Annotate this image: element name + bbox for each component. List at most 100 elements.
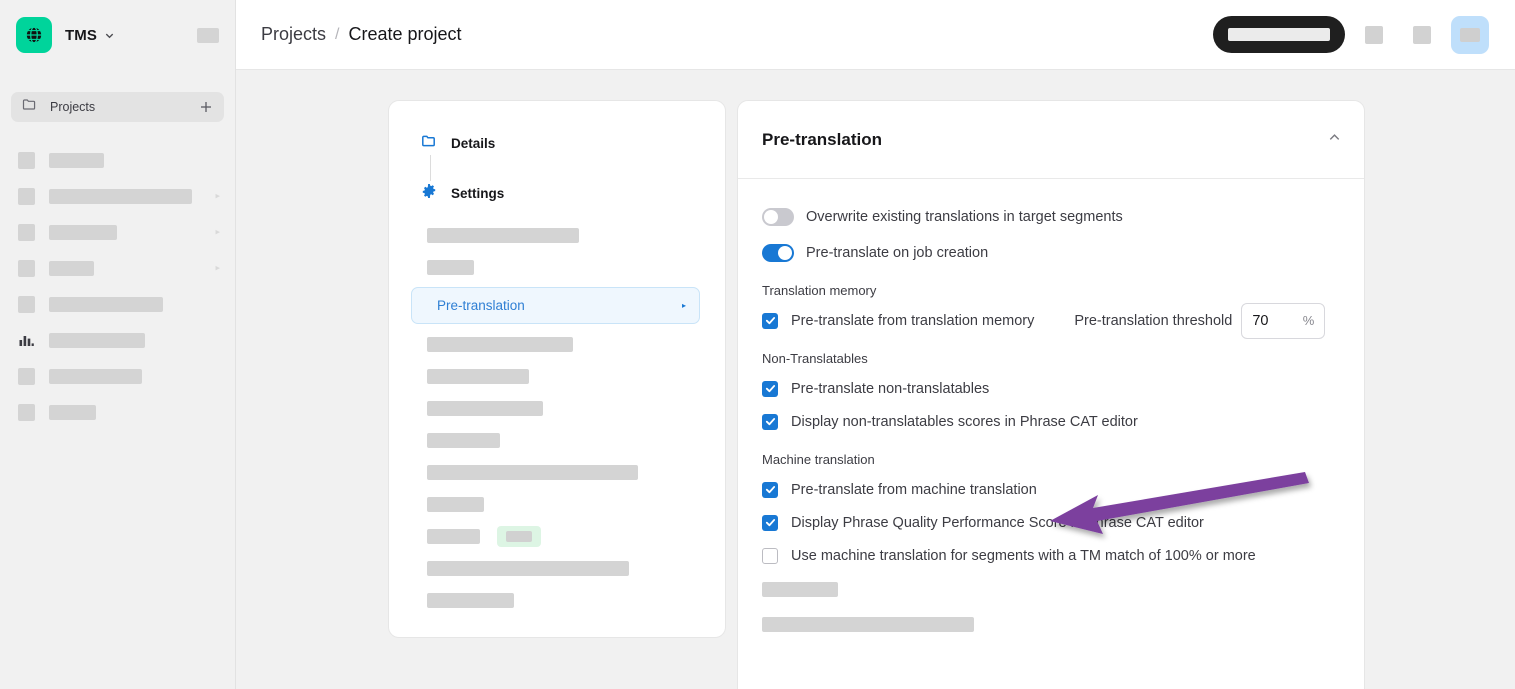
settings-sub-item[interactable] xyxy=(427,520,709,552)
plus-icon[interactable] xyxy=(199,100,213,114)
settings-sub-list: Pre-translation ▸ xyxy=(405,219,709,616)
breadcrumb-parent[interactable]: Projects xyxy=(261,24,326,45)
skeleton-bar xyxy=(427,259,474,275)
skeleton-bar xyxy=(427,432,500,448)
toggle-knob xyxy=(764,210,778,224)
threshold-value: 70 xyxy=(1252,312,1269,329)
sidebar-nav: Projects xyxy=(0,92,235,122)
chevron-down-icon[interactable] xyxy=(104,30,115,41)
sidebar-skeleton-item[interactable]: ▸ xyxy=(11,178,224,214)
toggle-switch[interactable] xyxy=(762,244,794,262)
sidebar-skeleton-item[interactable] xyxy=(11,394,224,430)
folder-icon xyxy=(421,133,437,154)
placeholder-icon xyxy=(18,259,35,277)
project-structure-card: Details Settings Pre-translation ▸ xyxy=(388,100,726,638)
placeholder-icon xyxy=(18,403,35,421)
sub-item-label: Pre-translation xyxy=(437,298,525,313)
brand-name: TMS xyxy=(65,26,97,44)
settings-sub-item[interactable] xyxy=(427,360,709,392)
sidebar-skeleton-item[interactable] xyxy=(11,142,224,178)
checkbox-row[interactable]: Pre-translate from machine translation xyxy=(762,473,1340,506)
topbar-icon-button-1[interactable] xyxy=(1355,16,1393,54)
placeholder-icon xyxy=(18,151,35,169)
sidebar-skeleton-item[interactable]: ▸ xyxy=(11,214,224,250)
content-area: Details Settings Pre-translation ▸ Pre-t… xyxy=(236,70,1515,689)
toggle-row[interactable]: Overwrite existing translations in targe… xyxy=(762,201,1340,233)
settings-sub-item[interactable] xyxy=(427,328,709,360)
skeleton-bar xyxy=(49,296,163,312)
sub-item-pre-translation[interactable]: Pre-translation ▸ xyxy=(411,287,700,324)
skeleton-bar xyxy=(427,368,529,384)
section-title: Translation memory xyxy=(762,283,877,298)
tree-item-settings[interactable]: Settings xyxy=(405,181,709,205)
avatar-placeholder xyxy=(1460,27,1480,42)
checkbox-label: Display Phrase Quality Performance Score… xyxy=(791,514,1204,531)
checkbox[interactable] xyxy=(762,312,778,329)
settings-sub-item[interactable] xyxy=(427,251,709,283)
button-label-placeholder xyxy=(1228,28,1330,41)
header-placeholder xyxy=(197,27,219,43)
toggle-row[interactable]: Pre-translate on job creation xyxy=(762,237,1340,269)
skeleton-bar xyxy=(427,227,579,243)
sidebar-skeleton-item[interactable]: ▸ xyxy=(11,250,224,286)
topbar-icon-button-2[interactable] xyxy=(1403,16,1441,54)
checkbox-row[interactable]: Display Phrase Quality Performance Score… xyxy=(762,506,1340,539)
threshold-unit: % xyxy=(1302,313,1315,328)
main-region: Projects / Create project Details Settin… xyxy=(236,0,1515,689)
toggle-switch[interactable] xyxy=(762,208,794,226)
settings-sub-item[interactable] xyxy=(427,584,709,616)
topbar-actions xyxy=(1213,15,1489,54)
panel-skeleton-row xyxy=(762,607,1340,642)
checkbox-row[interactable]: Use machine translation for segments wit… xyxy=(762,539,1340,572)
settings-sub-item[interactable] xyxy=(427,456,709,488)
skeleton-bar xyxy=(49,260,94,276)
toggle-label: Overwrite existing translations in targe… xyxy=(806,209,1123,225)
checkbox-row[interactable]: Pre-translate non-translatables xyxy=(762,372,1340,405)
settings-sub-item[interactable] xyxy=(427,552,709,584)
placeholder-icon xyxy=(18,367,35,385)
skeleton-bar xyxy=(427,496,484,512)
checkbox-row[interactable]: Display non-translatables scores in Phra… xyxy=(762,405,1340,438)
skeleton-bar xyxy=(49,368,142,384)
placeholder-icon xyxy=(1413,25,1431,44)
skeleton-bar xyxy=(49,188,192,204)
sidebar-skeleton-item[interactable] xyxy=(11,322,224,358)
section-title: Machine translation xyxy=(762,452,875,467)
chevron-right-icon[interactable]: ▸ xyxy=(215,263,220,273)
chevron-right-icon[interactable]: ▸ xyxy=(215,227,220,237)
sidebar-skeleton-item[interactable] xyxy=(11,286,224,322)
placeholder-icon xyxy=(1365,25,1383,44)
chevron-up-icon[interactable] xyxy=(1327,130,1342,150)
checkbox[interactable] xyxy=(762,413,778,430)
threshold-label: Pre-translation threshold xyxy=(1074,312,1233,329)
checkbox-row[interactable]: Pre-translate from translation memory Pre… xyxy=(762,302,1340,339)
sidebar-skeleton-item[interactable] xyxy=(11,358,224,394)
settings-sub-item[interactable] xyxy=(427,424,709,456)
brand-header[interactable]: TMS xyxy=(0,0,235,70)
skeleton-bar xyxy=(427,400,543,416)
checkbox[interactable] xyxy=(762,547,778,564)
panel-header[interactable]: Pre-translation xyxy=(738,101,1364,179)
checkbox[interactable] xyxy=(762,481,778,498)
checkbox[interactable] xyxy=(762,380,778,397)
primary-action-button[interactable] xyxy=(1213,16,1345,53)
panel-skeleton-row xyxy=(762,572,1340,607)
topbar: Projects / Create project xyxy=(236,0,1515,70)
badge-label-placeholder xyxy=(506,530,532,542)
avatar[interactable] xyxy=(1451,15,1489,54)
settings-sub-item[interactable] xyxy=(427,488,709,520)
settings-sub-item[interactable] xyxy=(427,392,709,424)
checkbox-label: Pre-translate from machine translation xyxy=(791,481,1037,498)
chevron-right-icon[interactable]: ▸ xyxy=(215,191,220,201)
checkbox[interactable] xyxy=(762,514,778,531)
settings-sub-item[interactable] xyxy=(427,219,709,251)
threshold-input[interactable]: 70% xyxy=(1241,302,1326,339)
tree-item-details[interactable]: Details xyxy=(405,131,709,155)
skeleton-bar xyxy=(427,528,480,544)
checkbox-label: Use machine translation for segments wit… xyxy=(791,547,1256,564)
sidebar-item-label: Projects xyxy=(50,100,96,114)
breadcrumb: Projects / Create project xyxy=(261,24,462,45)
sidebar-item-projects[interactable]: Projects xyxy=(11,92,224,122)
page-title: Pre-translation xyxy=(762,129,882,149)
status-badge xyxy=(497,525,541,547)
